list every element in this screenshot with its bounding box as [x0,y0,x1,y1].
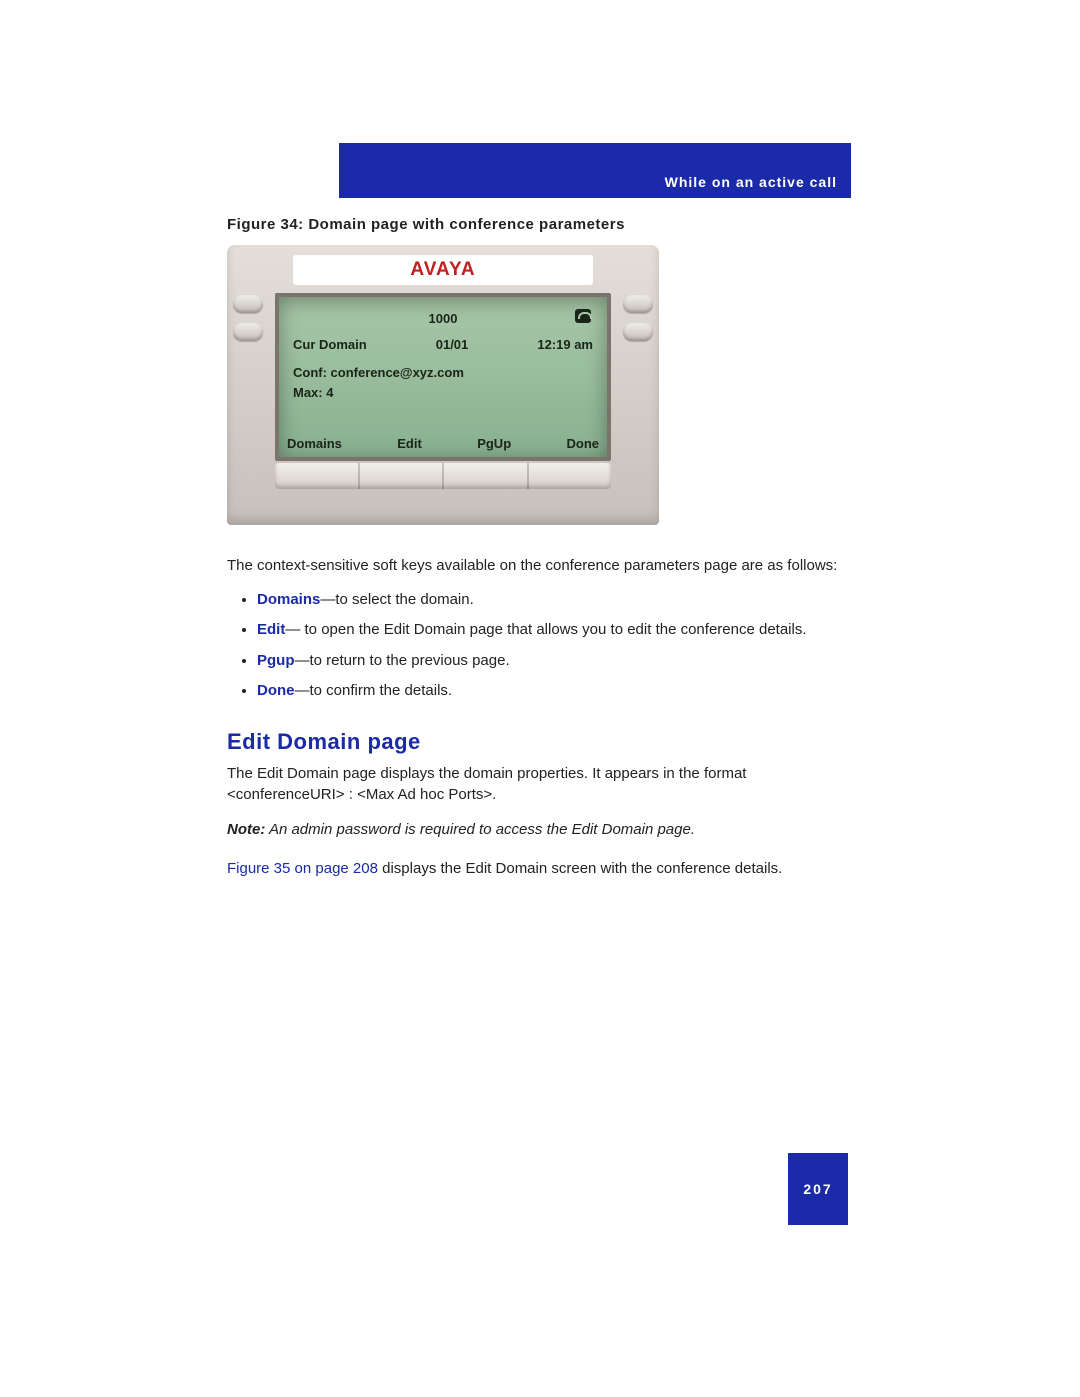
max-line: Max: 4 [293,385,593,400]
handset-icon [575,309,591,323]
figure-cross-reference[interactable]: Figure 35 on page 208 [227,860,378,877]
screen-time: 12:19 am [537,337,593,352]
softkey-label: Domains [287,436,342,451]
softkey-button [444,463,529,489]
note-text: An admin password is required to access … [265,821,695,838]
note-label: Note: [227,821,265,838]
side-button [233,323,263,341]
softkey-label: PgUp [477,436,511,451]
hardware-softkey-bar [275,463,611,489]
term-desc: —to confirm the details. [295,682,453,699]
list-item: Pgup—to return to the previous page. [257,651,847,671]
conf-line: Conf: conference@xyz.com [293,365,593,380]
section-heading: Edit Domain page [227,729,847,755]
term-desc: — to open the Edit Domain page that allo… [285,621,806,638]
softkey-button [360,463,445,489]
page-number-box: 207 [788,1153,848,1225]
page-number: 207 [803,1181,832,1197]
softkey-button [275,463,360,489]
softkey-description-list: Domains—to select the domain. Edit— to o… [227,590,847,701]
list-item: Edit— to open the Edit Domain page that … [257,620,847,640]
term-done: Done [257,682,295,699]
screen-number: 1000 [293,311,593,326]
brand-strip: AVAYA [293,255,593,285]
screen-status-row: Cur Domain 01/01 12:19 am [293,337,593,352]
list-item: Done—to confirm the details. [257,681,847,701]
content-column: Figure 34: Domain page with conference p… [227,216,847,893]
phone-device-photo: AVAYA 1000 Cur Domain 01/01 12:19 am Con… [227,245,659,525]
softkey-button [529,463,612,489]
header-bar: While on an active call [339,143,851,198]
cur-domain-label: Cur Domain [293,337,367,352]
section-paragraph: The Edit Domain page displays the domain… [227,763,847,805]
header-section-title: While on an active call [665,174,837,190]
document-page: While on an active call Figure 34: Domai… [0,0,1080,1397]
list-item: Domains—to select the domain. [257,590,847,610]
figure-caption: Figure 34: Domain page with conference p… [227,216,847,233]
side-button [623,323,653,341]
screen-softkey-row: Domains Edit PgUp Done [287,436,599,451]
softkey-label: Edit [397,436,422,451]
intro-paragraph: The context-sensitive soft keys availabl… [227,555,847,576]
term-desc: —to return to the previous page. [295,652,510,669]
term-pgup: Pgup [257,652,295,669]
side-button [233,295,263,313]
softkey-label: Done [567,436,600,451]
xref-tail: displays the Edit Domain screen with the… [378,860,782,877]
brand-logo-text: AVAYA [410,259,475,281]
side-button [623,295,653,313]
phone-lcd-screen: 1000 Cur Domain 01/01 12:19 am Conf: con… [275,293,611,461]
term-desc: —to select the domain. [320,591,473,608]
term-edit: Edit [257,621,285,638]
xref-paragraph: Figure 35 on page 208 displays the Edit … [227,858,847,879]
page-indicator: 01/01 [436,337,469,352]
term-domains: Domains [257,591,320,608]
note-paragraph: Note: An admin password is required to a… [227,819,847,840]
